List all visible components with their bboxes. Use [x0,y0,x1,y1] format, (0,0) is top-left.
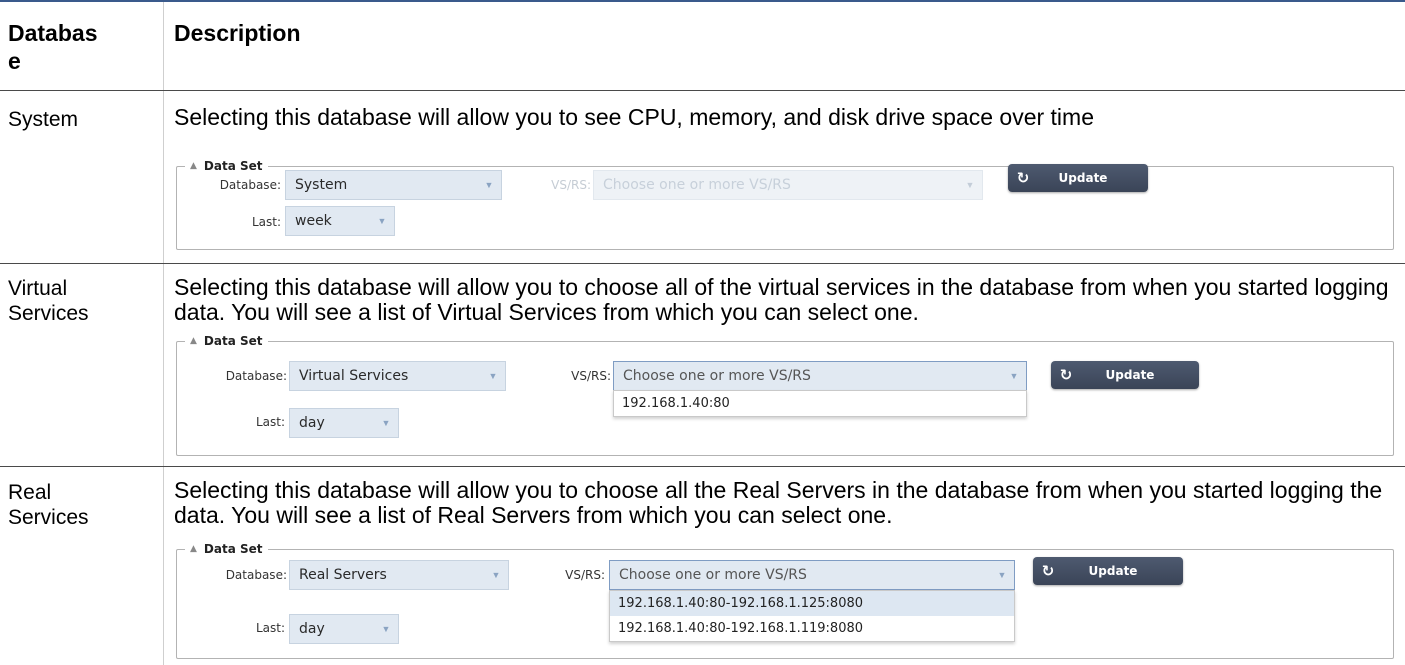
chevron-down-icon: ▼ [488,371,498,381]
database-label: Database: [225,369,287,383]
row-rule-2 [0,466,1405,467]
triangle-up-icon: ▲ [190,544,197,554]
row-description-system: Selecting this database will allow you t… [174,104,1094,130]
row-description-real-services: Selecting this database will allow you t… [174,477,1383,528]
dataset-legend-text: Data Set [203,159,263,173]
vsrs-option[interactable]: 192.168.1.40:80-192.168.1.125:8080 [610,591,1014,616]
database-label: Database: [225,568,287,582]
dataset-panel-system: ▲ Data Set Database: System ▼ VS/RS: Cho… [176,160,1394,250]
chevron-down-icon: ▼ [1009,371,1019,381]
vsrs-option[interactable]: 192.168.1.40:80 [614,391,1026,416]
header-description: Description [174,20,301,46]
vsrs-dropdown-list: 192.168.1.40:80 [613,390,1027,417]
header-database: Databas e [8,19,158,75]
update-button-label: Update [1088,564,1138,578]
chevron-down-icon: ▼ [491,570,501,580]
chevron-down-icon: ▼ [997,570,1007,580]
row-label-virtual-services: Virtual Services [8,277,89,325]
dataset-panel-virtual-services: ▲ Data Set Database: Virtual Services ▼ … [176,335,1394,456]
last-select[interactable]: day ▼ [289,408,399,438]
last-select-value: day [299,415,325,431]
update-button[interactable]: ↻ Update [1008,164,1148,192]
database-select-value: Virtual Services [299,368,409,384]
column-divider [163,2,164,665]
vsrs-select-placeholder: Choose one or more VS/RS [619,567,807,583]
dataset-legend-text: Data Set [203,542,263,556]
vsrs-option[interactable]: 192.168.1.40:80-192.168.1.119:8080 [610,616,1014,641]
dataset-legend[interactable]: ▲ Data Set [185,335,268,348]
last-select[interactable]: day ▼ [289,614,399,644]
triangle-up-icon: ▲ [190,336,197,346]
vsrs-select-placeholder: Choose one or more VS/RS [603,177,791,193]
refresh-icon: ↻ [1041,562,1055,580]
vsrs-dropdown-list: 192.168.1.40:80-192.168.1.125:8080 192.1… [609,590,1015,642]
database-select[interactable]: System ▼ [285,170,502,200]
row-description-virtual-services: Selecting this database will allow you t… [174,274,1389,325]
header-database-text-wrap: e [8,48,21,74]
update-button[interactable]: ↻ Update [1051,361,1199,389]
last-select[interactable]: week ▼ [285,206,395,236]
database-select[interactable]: Real Servers ▼ [289,560,509,590]
row-label-real-services: Real Services [8,481,89,529]
row-rule-1 [0,263,1405,264]
header-rule [0,90,1405,91]
chevron-down-icon: ▼ [381,624,391,634]
chevron-down-icon: ▼ [965,180,975,190]
dataset-legend[interactable]: ▲ Data Set [185,543,268,556]
vsrs-select-placeholder: Choose one or more VS/RS [623,368,811,384]
update-button-label: Update [1058,171,1108,185]
last-select-value: day [299,621,325,637]
chevron-down-icon: ▼ [484,180,494,190]
update-button-label: Update [1105,368,1155,382]
last-label: Last: [255,621,285,635]
database-select[interactable]: Virtual Services ▼ [289,361,506,391]
last-label: Last: [255,415,285,429]
row-label-system: System [8,108,79,131]
vsrs-label: VS/RS: [565,568,605,582]
vsrs-select: Choose one or more VS/RS ▼ [593,170,983,200]
database-select-value: Real Servers [299,567,387,583]
vsrs-select[interactable]: Choose one or more VS/RS ▼ [609,560,1015,590]
chevron-down-icon: ▼ [377,216,387,226]
database-select-value: System [295,177,348,193]
refresh-icon: ↻ [1059,366,1073,384]
table-top-rule [0,0,1405,2]
dataset-legend-text: Data Set [203,334,263,348]
database-label: Database: [219,178,281,192]
triangle-up-icon: ▲ [190,161,197,171]
last-select-value: week [295,213,332,229]
chevron-down-icon: ▼ [381,418,391,428]
vsrs-select[interactable]: Choose one or more VS/RS ▼ [613,361,1027,391]
vsrs-label: VS/RS: [551,178,591,192]
vsrs-label: VS/RS: [571,369,611,383]
last-label: Last: [251,215,281,229]
dataset-panel-real-services: ▲ Data Set Database: Real Servers ▼ VS/R… [176,543,1394,659]
documentation-table: Databas e Description System Selecting t… [0,0,1405,665]
header-database-text: Databas [8,20,98,46]
update-button[interactable]: ↻ Update [1033,557,1183,585]
refresh-icon: ↻ [1016,169,1030,187]
dataset-legend[interactable]: ▲ Data Set [185,160,268,173]
